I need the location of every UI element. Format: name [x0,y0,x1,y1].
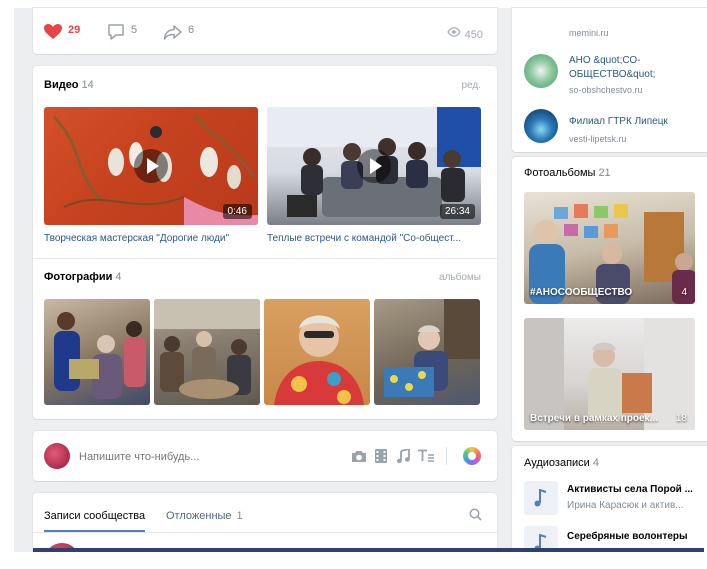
photo-3-image [274,315,364,405]
photos-title: Фотографии [44,271,113,283]
tab-postponed-count: 1 [236,510,243,522]
composer-divider [446,447,447,465]
link-3-name[interactable]: Филиал ГТРК Липецк [569,116,668,127]
albums-count: 21 [598,167,611,179]
links-card: memini.ru АНО &quot;СО-ОБЩЕСТВО&quot; so… [512,8,707,152]
post-actions-card: 29 5 6 450 [33,8,497,54]
audio-1-title: Активисты села Порой ... [567,484,693,495]
photo-thumbnail-1[interactable] [44,299,150,405]
album-1-caption: #АНОСООБЩЕСТВО [530,287,633,298]
videos-edit-link[interactable]: ред. [461,80,481,91]
video-thumbnail-1[interactable]: 0:46 [44,107,258,225]
audio-1-artist: Ирина Карасюк и актив... [567,500,684,511]
album-thumbnail-1[interactable]: #АНОСООБЩЕСТВО 4 [524,192,695,304]
avatar[interactable] [44,443,70,469]
link-2-name[interactable]: АНО &quot;СО-ОБЩЕСТВО&quot; [569,54,679,82]
album-1-count: 4 [681,287,687,298]
link-2-sub: so-obshchestvo.ru [569,85,643,95]
tab-postponed-label: Отложенные [166,510,232,522]
views: 450 [446,25,483,41]
shares-count: 6 [188,24,195,36]
videos-count: 14 [81,79,94,91]
photos-header[interactable]: Фотографии 4 [44,271,122,283]
photo-1-image [54,312,146,399]
color-wheel-center [468,452,476,460]
album-2-count: 18 [675,413,687,424]
video-2-duration: 26:34 [439,204,475,219]
link-2-avatar[interactable] [524,54,558,88]
albums-header[interactable]: Фотоальбомы 21 [524,167,611,179]
search-icon[interactable] [469,508,482,521]
composer-card [33,431,497,481]
videos-header[interactable]: Видео 14 [44,79,94,91]
heart-icon [44,24,62,39]
video-icon[interactable] [375,449,387,463]
videos-title: Видео [44,79,79,91]
photos-count: 4 [115,271,122,283]
video-1-duration: 0:46 [222,204,252,219]
album-thumbnail-2[interactable]: Встречи в рамках проек... 18 [524,318,695,430]
tab-posts[interactable]: Записи сообщества [44,506,146,532]
link-1-name[interactable]: memini.ru [569,28,609,38]
page: 29 5 6 450 Видео 14 ред. 0:46 Творческая… [0,0,707,569]
play-icon [134,149,168,183]
bottom-page-strip [0,552,707,569]
photos-albums-link[interactable]: альбомы [439,272,481,283]
music-icon[interactable] [396,449,410,463]
photo-thumbnail-3[interactable] [264,299,370,405]
audio-header[interactable]: Аудиозаписи 4 [524,457,599,469]
tabs-divider [33,532,497,533]
frame-top [0,0,707,8]
photo-2-image [154,299,260,399]
share-button[interactable]: 6 [163,23,199,41]
album-2-caption: Встречи в рамках проек... [530,413,658,424]
color-wheel-icon[interactable] [463,447,481,465]
photo-thumbnail-4[interactable] [374,299,480,405]
frame-left [0,0,14,569]
music-note-icon [534,489,547,507]
video-1-caption[interactable]: Творческая мастерская "Дорогие люди" [44,233,258,244]
audio-title: Аудиозаписи [524,457,590,469]
post-input[interactable] [77,447,281,467]
camera-icon[interactable] [351,450,367,463]
audio-2-title: Серебряные волонтеры [567,531,688,542]
comment-button[interactable]: 5 [107,23,143,41]
tab-posts-label: Записи сообщества [44,510,146,522]
link-3-avatar[interactable] [524,109,558,143]
eye-icon [446,27,461,37]
divider [33,258,497,259]
video-2-caption[interactable]: Теплые встречи с командой "Со-общест... [267,233,481,244]
video-thumbnail-2[interactable]: 26:34 [267,107,481,225]
photo-4-image [384,299,480,397]
photo-thumbnail-2[interactable] [154,299,260,405]
media-card: Видео 14 ред. 0:46 Творческая мастерская … [33,66,497,419]
link-3-sub: vesti-lipetsk.ru [569,134,627,144]
audio-1-cover [524,481,558,515]
tab-postponed[interactable]: Отложенные 1 [166,506,243,530]
albums-title: Фотоальбомы [524,167,596,179]
audio-item-1[interactable]: Активисты села Порой ... Ирина Карасюк и… [524,481,704,515]
comments-count: 5 [131,24,138,36]
likes-count: 29 [68,24,81,36]
audio-count: 4 [592,457,599,469]
albums-card: Фотоальбомы 21 #АНОСООБЩЕСТВО 4 Встречи … [512,157,707,441]
views-count: 450 [464,29,483,41]
play-icon [357,149,391,183]
comment-icon [108,24,124,40]
share-icon [163,25,182,40]
text-format-icon[interactable] [417,449,435,463]
